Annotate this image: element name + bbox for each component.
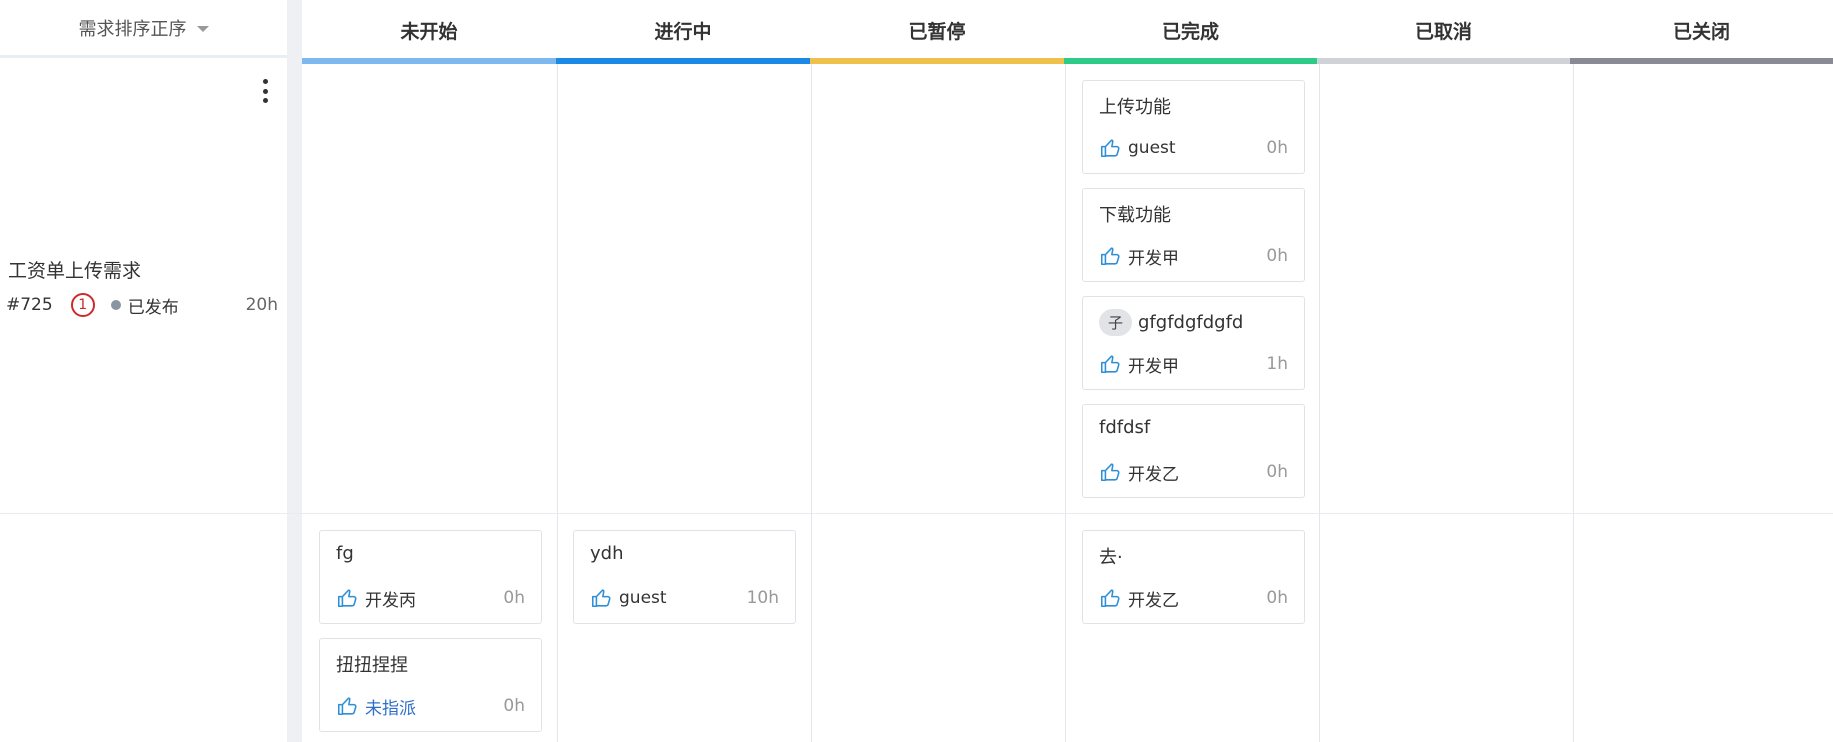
- task-title: 下载功能: [1099, 205, 1171, 226]
- assignee-name: 开发甲: [1128, 248, 1179, 269]
- task-title: 上传功能: [1099, 97, 1171, 118]
- task-card[interactable]: 扭扭捏捏 未指派 0h: [319, 638, 542, 732]
- task-card[interactable]: ydh guest 10h: [573, 530, 796, 624]
- task-title: 扭扭捏捏: [336, 655, 408, 676]
- task-card[interactable]: 子 gfgfdgfdgfd 开发甲 1h: [1082, 296, 1305, 390]
- task-card[interactable]: fg 开发丙 0h: [319, 530, 542, 624]
- column-divider: [1065, 64, 1066, 742]
- status-dot-icon: [110, 300, 121, 310]
- assignee-name: 开发丙: [365, 590, 416, 611]
- task-card[interactable]: fdfdsf 开发乙 0h: [1082, 404, 1305, 498]
- column-divider: [1573, 64, 1574, 742]
- column-label: 已关闭: [1672, 20, 1730, 43]
- task-hours: 0h: [503, 696, 525, 716]
- thumbs-up-icon: [337, 589, 357, 608]
- task-card[interactable]: 上传功能 guest 0h: [1082, 80, 1305, 174]
- column-header-in-progress: 进行中: [556, 0, 810, 64]
- task-title: fg: [336, 543, 354, 564]
- column-divider: [557, 64, 558, 742]
- task-hours: 0h: [1266, 462, 1288, 482]
- thumbs-up-icon: [1100, 589, 1120, 608]
- task-title: ydh: [590, 543, 624, 564]
- story-meta: #725 1 已发布 20h: [6, 292, 278, 318]
- sort-order-label: 需求排序正序: [78, 18, 187, 40]
- thumbs-up-icon: [1100, 139, 1120, 158]
- task-title: gfgfdgfdgfd: [1138, 312, 1244, 333]
- row-header-divider: [287, 0, 302, 742]
- priority-badge: 1: [70, 293, 95, 317]
- column-header-not-started: 未开始: [302, 0, 556, 64]
- task-hours: 10h: [746, 588, 779, 608]
- sort-order-dropdown[interactable]: 需求排序正序: [0, 0, 287, 58]
- story-status: 已发布: [127, 297, 179, 318]
- column-header-closed: 已关闭: [1570, 0, 1833, 64]
- thumbs-up-icon: [337, 697, 357, 716]
- story-hours: 20h: [245, 295, 278, 315]
- story-title[interactable]: 工资单上传需求: [8, 256, 141, 283]
- column-header-cancelled: 已取消: [1317, 0, 1570, 64]
- task-title: 去·: [1099, 547, 1123, 568]
- assignee-name: guest: [1128, 138, 1176, 158]
- caret-down-icon: [196, 25, 209, 32]
- column-label: 已完成: [1161, 20, 1219, 43]
- column-header-paused: 已暂停: [810, 0, 1064, 64]
- column-label: 已暂停: [908, 20, 966, 43]
- story-more-menu-icon[interactable]: [253, 76, 277, 106]
- row-divider: [0, 513, 1833, 514]
- assignee-name: 开发甲: [1128, 356, 1179, 377]
- assignee-name: guest: [619, 588, 667, 608]
- thumbs-up-icon: [591, 589, 611, 608]
- thumbs-up-icon: [1100, 247, 1120, 266]
- child-task-badge: 子: [1099, 309, 1132, 336]
- column-divider: [1319, 64, 1320, 742]
- column-header-done: 已完成: [1064, 0, 1317, 64]
- assignee-name[interactable]: 未指派: [365, 694, 416, 719]
- task-hours: 0h: [1266, 138, 1288, 158]
- thumbs-up-icon: [1100, 463, 1120, 482]
- story-id: #725: [6, 295, 53, 315]
- task-card[interactable]: 去· 开发乙 0h: [1082, 530, 1305, 624]
- task-card[interactable]: 下载功能 开发甲 0h: [1082, 188, 1305, 282]
- column-label: 已取消: [1414, 20, 1472, 43]
- column-label: 未开始: [400, 20, 458, 43]
- thumbs-up-icon: [1100, 355, 1120, 374]
- column-divider: [811, 64, 812, 742]
- task-hours: 1h: [1266, 354, 1288, 374]
- task-title: fdfdsf: [1099, 417, 1151, 438]
- task-hours: 0h: [1266, 246, 1288, 266]
- task-hours: 0h: [1266, 588, 1288, 608]
- assignee-name: 开发乙: [1128, 464, 1179, 485]
- task-hours: 0h: [503, 588, 525, 608]
- assignee-name: 开发乙: [1128, 590, 1179, 611]
- column-label: 进行中: [654, 20, 712, 43]
